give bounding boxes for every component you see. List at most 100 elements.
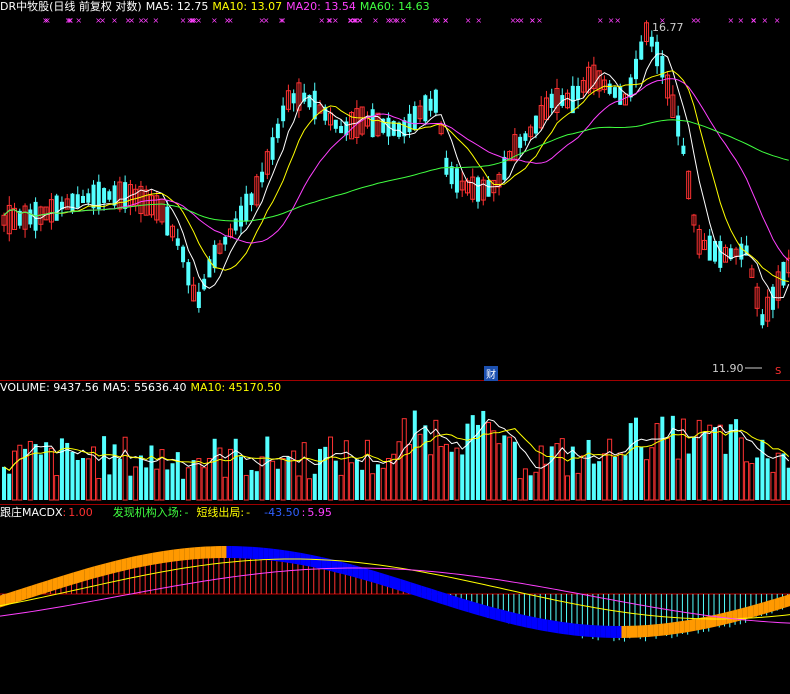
rising-band	[637, 625, 643, 638]
signal-marker: ×	[258, 16, 265, 25]
volume-bar	[723, 453, 728, 500]
falling-band	[516, 613, 522, 627]
volume-bars[interactable]	[0, 380, 790, 504]
volume-bar	[318, 448, 322, 500]
volume-bar	[417, 433, 423, 501]
rising-band	[142, 553, 148, 567]
volume-panel[interactable]: VOLUME: 9437.56 MA5: 55636.40 MA10: 45170.…	[0, 380, 790, 504]
volume-bar	[401, 418, 407, 501]
volume-bar	[570, 446, 575, 500]
signal-marker: ×	[111, 16, 118, 25]
price-chart-panel[interactable]: DR中牧股(日线 前复权 对数) MA5: 12.75 MA10: 13.07 MA2…	[0, 0, 790, 381]
volume-bar	[222, 476, 228, 501]
candle-body	[760, 314, 765, 326]
falling-band	[247, 546, 253, 559]
signal-marker: ×	[75, 16, 82, 25]
falling-band	[452, 595, 459, 610]
signal-marker: ×	[695, 16, 702, 25]
volume-bar	[617, 452, 623, 501]
candle-body	[634, 58, 638, 80]
volume-bar	[364, 439, 370, 501]
volume-bar	[265, 436, 270, 500]
rising-band	[679, 620, 685, 634]
signal-marker: ×	[327, 16, 334, 25]
volume-bar	[306, 478, 312, 501]
volume-bar	[239, 456, 243, 500]
volume-bar	[649, 447, 655, 501]
rising-band	[179, 548, 185, 561]
volume-bar	[102, 436, 107, 500]
rising-band	[94, 564, 101, 579]
falling-band	[384, 573, 390, 588]
falling-band	[426, 587, 432, 601]
macdx-chart[interactable]	[0, 504, 790, 694]
volume-bar	[428, 454, 434, 501]
volume-bar	[117, 458, 122, 500]
short-exit-value: -	[246, 506, 251, 519]
falling-band	[531, 616, 538, 630]
falling-band	[584, 624, 590, 637]
signal-marker: ×	[318, 16, 325, 25]
candle-body	[518, 136, 523, 148]
candle-body	[639, 41, 644, 60]
volume-bar	[270, 460, 276, 501]
volume-bar	[744, 461, 750, 501]
falling-band	[558, 621, 564, 635]
volume-bar	[44, 442, 49, 500]
volume-bar	[460, 454, 465, 500]
falling-band	[442, 592, 448, 606]
volume-bar	[770, 471, 776, 501]
falling-band	[489, 606, 496, 620]
volume-bar	[512, 441, 517, 500]
financial-report-badge[interactable]: 财	[484, 366, 498, 381]
signal-marker: ×	[357, 16, 364, 25]
volume-bar	[259, 456, 265, 501]
signal-marker: ×	[774, 16, 781, 25]
candle-body	[607, 83, 612, 94]
ma60-label: MA60: 14.63	[359, 0, 430, 13]
volume-bar	[660, 416, 665, 500]
signal-marker: ×	[738, 16, 745, 25]
macdx-value-5: 5.95	[307, 506, 332, 519]
signal-marker: ×	[510, 16, 517, 25]
rising-band	[747, 605, 754, 619]
short-exit-label: 短线出局:	[196, 506, 245, 519]
candle-body	[196, 291, 201, 308]
rising-band	[15, 588, 22, 603]
volume-bar	[781, 453, 786, 500]
rising-band	[73, 570, 79, 585]
falling-band	[568, 622, 575, 636]
volume-bar	[154, 468, 160, 501]
volume-bar	[496, 443, 502, 501]
signal-marker: ×	[536, 16, 543, 25]
candle-body	[81, 195, 85, 204]
falling-band	[405, 580, 411, 595]
falling-band	[310, 554, 316, 568]
falling-band	[373, 570, 380, 585]
volume-bar	[760, 439, 765, 500]
volume-bar	[138, 455, 143, 500]
rising-band	[668, 622, 675, 635]
candle-body	[770, 286, 775, 310]
macdx-panel[interactable]: 跟庄MACDX: 1.00 发现机构入场: - 短线出局: - -43.50:5.95	[0, 504, 790, 694]
falling-band	[563, 622, 569, 635]
candle-body	[681, 145, 686, 154]
candle-body	[370, 109, 375, 138]
falling-band	[495, 607, 501, 622]
volume-bar	[360, 469, 365, 500]
volume-bar	[654, 423, 660, 501]
volume-bar	[591, 463, 596, 500]
volume-bar	[201, 467, 207, 501]
signal-marker: ×	[400, 16, 407, 25]
signal-marker: ×	[138, 16, 145, 25]
rising-band	[84, 567, 90, 582]
signal-marker: ×	[750, 16, 757, 25]
volume-bar	[691, 436, 696, 500]
candle-body	[102, 188, 107, 203]
candle-body	[165, 206, 170, 236]
signal-marker: ×	[153, 16, 160, 25]
falling-band	[416, 583, 422, 598]
candlestick-chart[interactable]: × ×× × × ×× ×××× ××× ×× ×× ×××× × ×× × ×× × × ××× ××× ××× ×…	[0, 0, 790, 380]
signal-marker: ×	[762, 16, 769, 25]
candle-body	[676, 115, 681, 137]
